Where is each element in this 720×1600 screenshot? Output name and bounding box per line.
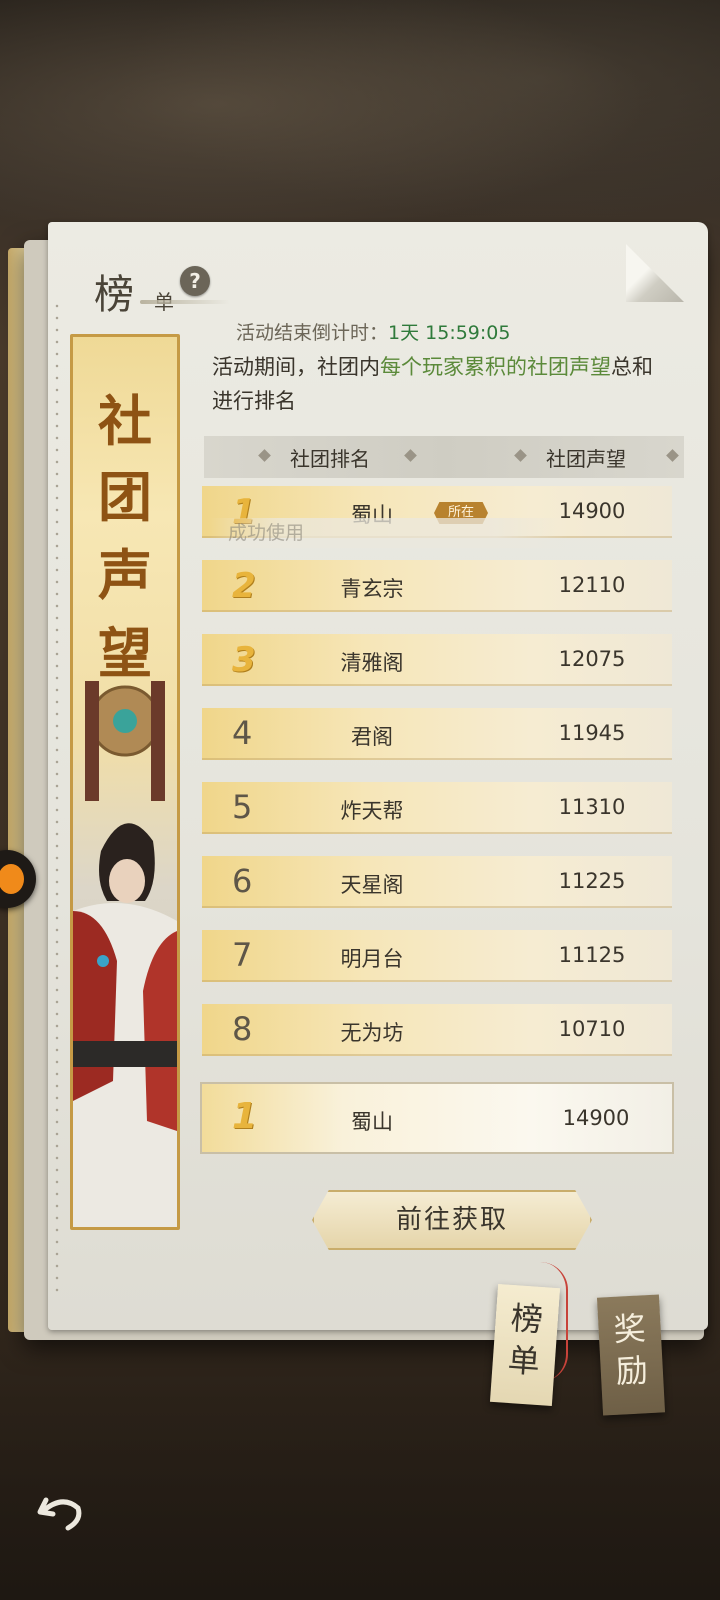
banner-char: 团 [98, 465, 152, 529]
rank-number: 6 [232, 862, 253, 900]
toast-message: 成功使用 [210, 518, 568, 548]
club-name: 天星阁 [340, 873, 404, 897]
desc-prefix: 活动期间，社团内 [212, 355, 380, 379]
title-decoration [140, 300, 230, 304]
my-club-name: 蜀山 [351, 1110, 393, 1134]
tab-ranking-label: 榜单 [506, 1298, 545, 1382]
club-score: 11945 [558, 721, 626, 745]
diamond-icon [514, 449, 527, 462]
back-arrow-icon[interactable] [36, 1486, 86, 1536]
diamond-icon [666, 449, 679, 462]
club-name: 清雅阁 [340, 651, 404, 675]
tab-reward-label: 奖励 [612, 1309, 649, 1391]
page-dot-border [54, 300, 60, 1300]
club-name: 无为坊 [340, 1021, 404, 1045]
table-header: 社团排名 社团声望 [204, 436, 684, 478]
club-score: 11225 [558, 869, 626, 893]
back-arrow-glyph [37, 1497, 82, 1531]
rank-number: 4 [232, 714, 253, 752]
goto-obtain-button[interactable]: 前往获取 [312, 1190, 592, 1250]
blurred-background [0, 0, 720, 260]
banner-char: 声 [98, 543, 152, 607]
table-row[interactable]: 3 清雅阁 12075 [202, 634, 672, 686]
banner-char: 社 [98, 389, 152, 453]
rank-number: 5 [232, 788, 253, 826]
table-row[interactable]: 2 青玄宗 12110 [202, 560, 672, 612]
club-score: 10710 [558, 1017, 626, 1041]
tab-reward[interactable]: 奖励 [596, 1294, 666, 1416]
countdown-label: 活动结束倒计时： [236, 322, 389, 344]
my-club-row: 1 蜀山 14900 [200, 1082, 674, 1154]
diamond-icon [404, 449, 417, 462]
my-rank-number: 1 [232, 1096, 258, 1137]
rank-number: 7 [232, 936, 253, 974]
club-name: 君阁 [351, 725, 393, 749]
countdown: 活动结束倒计时：1天 15:59:05 [236, 318, 510, 345]
table-row[interactable]: 6 天星阁 11225 [202, 856, 672, 908]
countdown-value: 1天 15:59:05 [388, 322, 511, 344]
club-name: 明月台 [340, 947, 404, 971]
col-header-rank: 社团排名 [290, 447, 370, 471]
my-club-score: 14900 [562, 1106, 630, 1130]
table-row[interactable]: 4 君阁 11945 [202, 708, 672, 760]
diamond-icon [258, 449, 271, 462]
panel-title-main: 榜 [94, 272, 134, 318]
rank-number: 3 [232, 640, 256, 680]
rank-number: 2 [232, 566, 256, 606]
table-row[interactable]: 7 明月台 11125 [202, 930, 672, 982]
question-icon[interactable]: ? [180, 266, 210, 296]
club-reputation-banner: 社 团 声 望 [70, 334, 180, 1230]
tab-ranking[interactable]: 榜单 [489, 1283, 561, 1407]
table-row[interactable]: 5 炸天帮 11310 [202, 782, 672, 834]
club-score: 11310 [558, 795, 626, 819]
club-score: 12110 [558, 573, 626, 597]
desc-highlight: 每个玩家累积的社团声望 [380, 355, 611, 379]
col-header-score: 社团声望 [546, 447, 626, 471]
club-name: 青玄宗 [340, 577, 404, 601]
club-score: 11125 [558, 943, 626, 967]
rule-description: 活动期间，社团内每个玩家累积的社团声望总和进行排名 [212, 350, 662, 418]
rank-number: 8 [232, 1010, 253, 1048]
club-name: 炸天帮 [340, 799, 404, 823]
table-row[interactable]: 8 无为坊 10710 [202, 1004, 672, 1056]
club-score: 12075 [558, 647, 626, 671]
character-illustration [73, 681, 177, 1227]
